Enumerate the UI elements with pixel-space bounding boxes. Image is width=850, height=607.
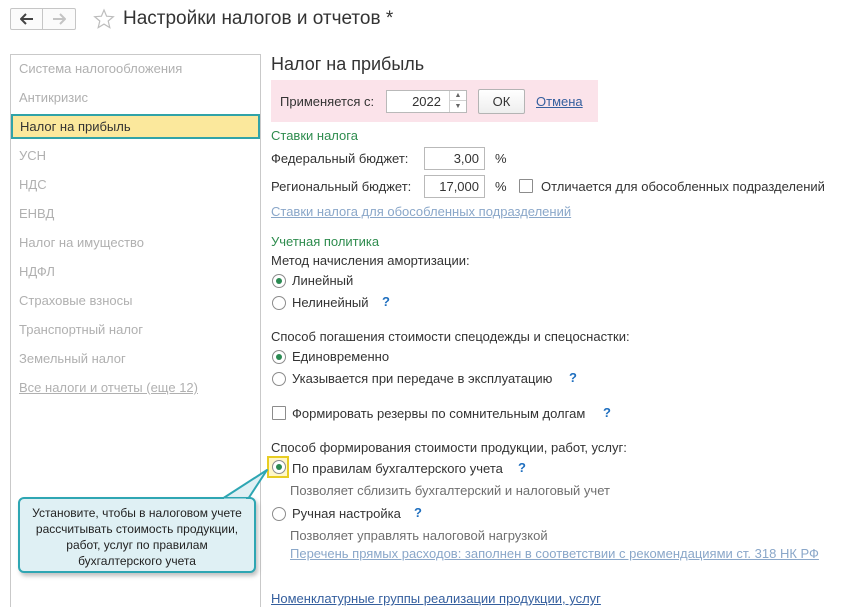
reserves-label: Формировать резервы по сомнительным долг… bbox=[292, 406, 586, 421]
page-title: Настройки налогов и отчетов * bbox=[123, 8, 394, 29]
spin-up-icon[interactable]: ▲ bbox=[450, 91, 466, 101]
year-stepper[interactable]: ▲ ▼ bbox=[449, 91, 466, 112]
sidebar-item-label: Страховые взносы bbox=[19, 293, 133, 308]
sidebar-item-income-tax[interactable]: Налог на прибыль bbox=[11, 114, 260, 139]
radio-at-once-label: Единовременно bbox=[292, 349, 390, 364]
sidebar-item-property-tax[interactable]: Налог на имущество bbox=[11, 230, 260, 255]
direct-costs-link[interactable]: Перечень прямых расходов: заполнен в соо… bbox=[290, 546, 819, 561]
sidebar-item-vat[interactable]: НДС bbox=[11, 172, 260, 197]
help-icon[interactable]: ? bbox=[414, 505, 422, 520]
spin-down-icon[interactable]: ▼ bbox=[450, 101, 466, 111]
regional-rate-input[interactable]: 17,000 bbox=[424, 175, 485, 198]
help-icon[interactable]: ? bbox=[569, 370, 577, 385]
sidebar-item-label: Земельный налог bbox=[19, 351, 126, 366]
apply-from-panel: Применяется с: 2022 ▲ ▼ ОК Отмена bbox=[271, 80, 598, 122]
help-icon[interactable]: ? bbox=[518, 460, 526, 475]
sidebar-item-label: Налог на имущество bbox=[19, 235, 145, 250]
nomenclature-groups-link[interactable]: Номенклатурные группы реализации продукц… bbox=[271, 591, 601, 606]
separate-rates-link[interactable]: Ставки налога для обособленных подраздел… bbox=[271, 204, 571, 219]
sidebar-item-envd[interactable]: ЕНВД bbox=[11, 201, 260, 226]
cost-method-label: Способ формирования стоимости продукции,… bbox=[271, 440, 627, 455]
radio-on-transfer[interactable] bbox=[272, 372, 286, 386]
radio-accounting-rules-label: По правилам бухгалтерского учета bbox=[292, 461, 503, 476]
radio-at-once[interactable] bbox=[272, 350, 286, 364]
regional-label: Региональный бюджет: bbox=[271, 179, 412, 194]
radio-linear[interactable] bbox=[272, 274, 286, 288]
accounting-rules-hint: Позволяет сблизить бухгалтерский и налог… bbox=[290, 483, 610, 498]
sidebar-item-taxation-system[interactable]: Система налогообложения bbox=[11, 56, 260, 81]
help-icon[interactable]: ? bbox=[603, 405, 611, 420]
separate-rates-label: Отличается для обособленных подразделени… bbox=[541, 179, 825, 194]
radio-nonlinear[interactable] bbox=[272, 296, 286, 310]
sidebar-item-all-taxes[interactable]: Все налоги и отчеты (еще 12) bbox=[11, 375, 260, 400]
federal-rate-input[interactable]: 3,00 bbox=[424, 147, 485, 170]
ok-button[interactable]: ОК bbox=[478, 89, 525, 114]
cancel-link[interactable]: Отмена bbox=[536, 94, 583, 109]
radio-nonlinear-label: Нелинейный bbox=[292, 295, 369, 310]
section-title: Налог на прибыль bbox=[271, 54, 425, 74]
arrow-left-icon bbox=[19, 13, 33, 25]
policy-group-title: Учетная политика bbox=[271, 234, 380, 249]
help-icon[interactable]: ? bbox=[382, 294, 390, 309]
callout-tooltip: Установите, чтобы в налоговом учете расс… bbox=[18, 497, 256, 573]
radio-on-transfer-label: Указывается при передаче в эксплуатацию bbox=[292, 371, 553, 386]
sidebar-item-label: Все налоги и отчеты (еще 12) bbox=[19, 380, 198, 395]
rates-group-title: Ставки налога bbox=[271, 128, 358, 143]
forward-button[interactable] bbox=[43, 8, 76, 30]
form-header: Настройки налогов и отчетов * bbox=[0, 0, 850, 44]
radio-linear-label: Линейный bbox=[292, 273, 354, 288]
sidebar-item-label: Система налогообложения bbox=[19, 61, 183, 76]
separate-rates-checkbox[interactable] bbox=[519, 179, 533, 193]
sidebar-item-ndfl[interactable]: НДФЛ bbox=[11, 259, 260, 284]
sidebar-item-anticrisis[interactable]: Антикризис bbox=[11, 85, 260, 110]
apply-from-label: Применяется с: bbox=[280, 94, 375, 109]
radio-manual[interactable] bbox=[272, 507, 286, 521]
year-value: 2022 bbox=[412, 94, 441, 109]
year-input[interactable]: 2022 ▲ ▼ bbox=[386, 90, 467, 113]
arrow-right-icon bbox=[53, 13, 66, 25]
radio-manual-label: Ручная настройка bbox=[292, 506, 401, 521]
sidebar-item-label: Налог на прибыль bbox=[20, 119, 131, 134]
radio-accounting-rules[interactable] bbox=[272, 460, 286, 474]
manual-hint: Позволяет управлять налоговой нагрузкой bbox=[290, 528, 548, 543]
sidebar-item-label: ЕНВД bbox=[19, 206, 55, 221]
callout-text: Установите, чтобы в налоговом учете расс… bbox=[32, 506, 242, 568]
sidebar-item-label: УСН bbox=[19, 148, 47, 163]
star-icon[interactable] bbox=[93, 8, 115, 30]
sidebar-item-label: НДС bbox=[19, 177, 47, 192]
sidebar-item-usn[interactable]: УСН bbox=[11, 143, 260, 168]
percent-sign: % bbox=[495, 179, 507, 194]
workwear-label: Способ погашения стоимости спецодежды и … bbox=[271, 329, 630, 344]
main-panel: Налог на прибыль Применяется с: 2022 ▲ ▼… bbox=[267, 50, 846, 607]
back-button[interactable] bbox=[10, 8, 43, 30]
sidebar-item-insurance[interactable]: Страховые взносы bbox=[11, 288, 260, 313]
percent-sign: % bbox=[495, 151, 507, 166]
sidebar-item-label: Транспортный налог bbox=[19, 322, 144, 337]
depreciation-label: Метод начисления амортизации: bbox=[271, 253, 470, 268]
sidebar-item-land-tax[interactable]: Земельный налог bbox=[11, 346, 260, 371]
reserves-checkbox[interactable] bbox=[272, 406, 286, 420]
federal-label: Федеральный бюджет: bbox=[271, 151, 409, 166]
sidebar-item-transport-tax[interactable]: Транспортный налог bbox=[11, 317, 260, 342]
sidebar-item-label: НДФЛ bbox=[19, 264, 55, 279]
sidebar-item-label: Антикризис bbox=[19, 90, 88, 105]
